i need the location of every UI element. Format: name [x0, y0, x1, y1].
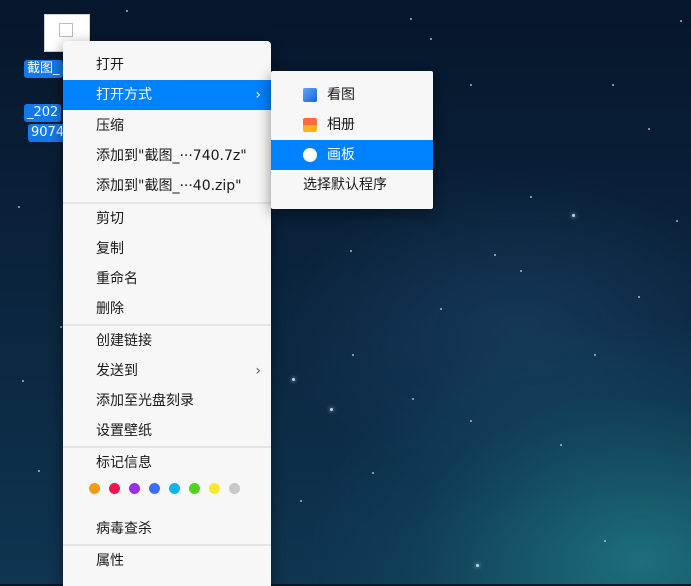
menu-item-label: 删除 [96, 301, 124, 317]
file-label-line-3: 9074 [28, 124, 68, 142]
submenu-item-label: 看图 [327, 87, 355, 103]
menu-item-label: 标记信息 [96, 455, 152, 471]
menu-item-create-link[interactable]: 创建链接 [63, 326, 271, 356]
tag-color-dot[interactable] [209, 483, 220, 494]
menu-item-label: 发送到 [96, 363, 138, 379]
album-icon [303, 118, 317, 132]
submenu-item-album[interactable]: 相册 [271, 110, 433, 140]
chevron-right-icon: › [255, 363, 261, 379]
submenu-item-label: 选择默认程序 [303, 177, 387, 193]
menu-item-label: 病毒查杀 [96, 521, 152, 537]
tag-color-dot[interactable] [89, 483, 100, 494]
chevron-right-icon: › [255, 87, 261, 103]
submenu-item-image-viewer[interactable]: 看图 [271, 80, 433, 110]
menu-item-label: 复制 [96, 241, 124, 257]
open-with-submenu: 看图 相册 画板 选择默认程序 [271, 71, 433, 209]
tag-color-dot[interactable] [189, 483, 200, 494]
menu-item-label: 设置壁纸 [96, 423, 152, 439]
menu-item-compress[interactable]: 压缩 [63, 111, 271, 141]
menu-item-label: 添加到"截图_···740.7z" [96, 148, 247, 164]
tag-color-dot[interactable] [169, 483, 180, 494]
menu-item-label: 打开 [96, 57, 124, 73]
menu-item-label: 压缩 [96, 118, 124, 134]
tag-color-dot[interactable] [229, 483, 240, 494]
menu-item-send-to[interactable]: 发送到 › [63, 356, 271, 386]
menu-item-tag-info: 标记信息 [63, 448, 271, 478]
menu-item-add-to-disc[interactable]: 添加至光盘刻录 [63, 386, 271, 416]
menu-item-label: 创建链接 [96, 333, 152, 349]
context-menu: 打开 打开方式 › 压缩 添加到"截图_···740.7z" 添加到"截图_···… [63, 41, 271, 586]
menu-item-label: 属性 [96, 553, 124, 569]
menu-item-virus-scan[interactable]: 病毒查杀 [63, 514, 271, 544]
menu-item-label: 打开方式 [96, 87, 152, 103]
submenu-item-choose-default[interactable]: 选择默认程序 [271, 170, 433, 200]
menu-item-label: 剪切 [96, 211, 124, 227]
file-label-line-2: _202 [24, 104, 62, 122]
submenu-item-label: 画板 [327, 147, 355, 163]
menu-item-label: 重命名 [96, 271, 138, 287]
menu-item-open-with[interactable]: 打开方式 › [63, 80, 271, 110]
image-viewer-icon [303, 88, 317, 102]
tag-color-dot[interactable] [129, 483, 140, 494]
menu-item-open[interactable]: 打开 [63, 50, 271, 80]
menu-item-rename[interactable]: 重命名 [63, 264, 271, 294]
menu-item-cut[interactable]: 剪切 [63, 204, 271, 234]
menu-item-add-to-zip[interactable]: 添加到"截图_···40.zip" [63, 171, 271, 201]
submenu-item-draw-board[interactable]: 画板 [271, 140, 433, 170]
menu-item-label: 添加到"截图_···40.zip" [96, 178, 242, 194]
menu-item-set-wallpaper[interactable]: 设置壁纸 [63, 416, 271, 446]
tag-color-dot[interactable] [149, 483, 160, 494]
menu-item-delete[interactable]: 删除 [63, 294, 271, 324]
menu-item-copy[interactable]: 复制 [63, 234, 271, 264]
tag-color-dot[interactable] [109, 483, 120, 494]
submenu-item-label: 相册 [327, 117, 355, 133]
draw-board-icon [303, 148, 317, 162]
menu-item-add-to-7z[interactable]: 添加到"截图_···740.7z" [63, 141, 271, 171]
menu-item-label: 添加至光盘刻录 [96, 393, 194, 409]
file-label-line-1: 截图_ [24, 60, 63, 78]
menu-item-properties[interactable]: 属性 [63, 546, 271, 576]
